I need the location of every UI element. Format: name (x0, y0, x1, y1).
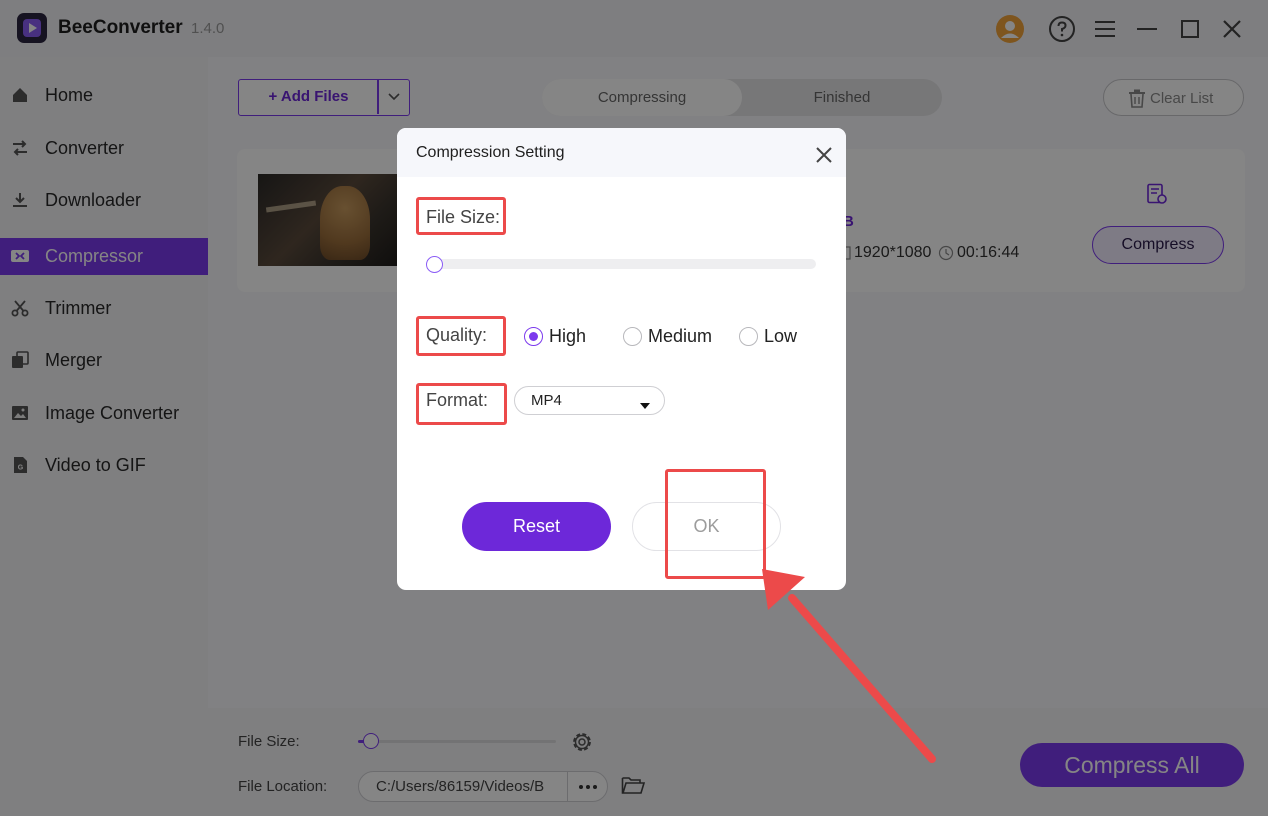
annotation-arrow-icon (762, 569, 936, 763)
